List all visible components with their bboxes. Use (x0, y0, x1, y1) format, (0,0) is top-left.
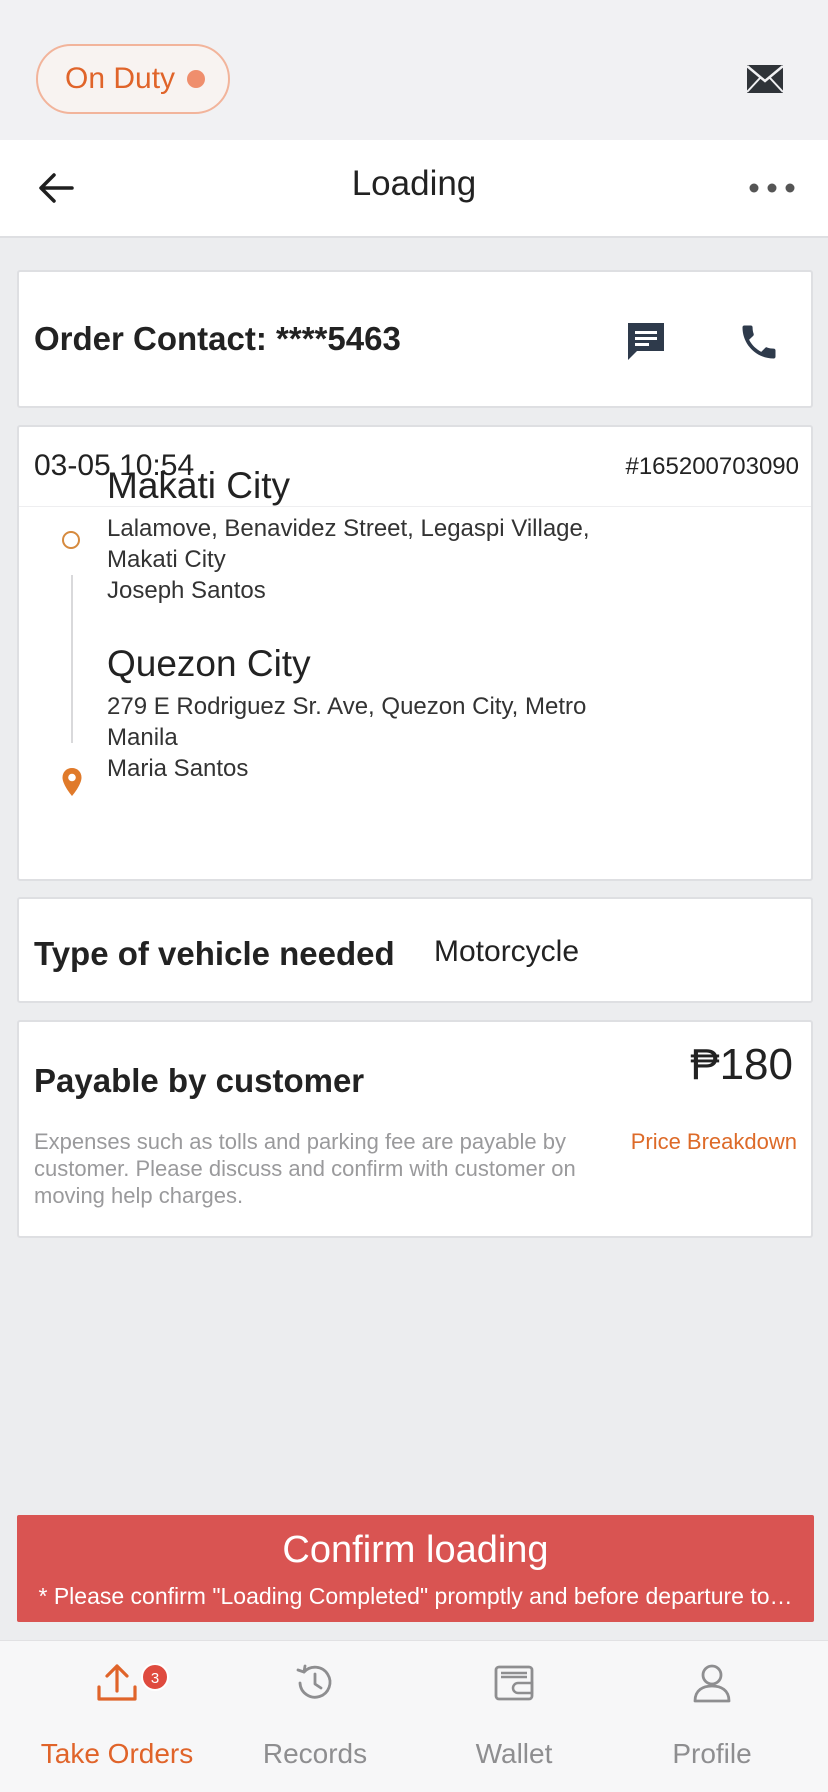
dropoff-contact-name: Maria Santos (107, 755, 249, 782)
payment-label: Payable by customer (34, 1062, 365, 1099)
tab-take-orders-label: Take Orders (40, 1738, 194, 1769)
pickup-city: Makati City (107, 465, 290, 506)
tab-wallet-label: Wallet (475, 1738, 553, 1769)
upload-icon (97, 1664, 137, 1701)
tab-records-label: Records (262, 1738, 368, 1769)
order-details-card: 03-05 10:54 #165200703090 Makati City La… (17, 425, 813, 881)
confirm-loading-subtitle: * Please confirm "Loading Completed" pro… (38, 1583, 793, 1609)
tab-profile-label: Profile (672, 1738, 752, 1769)
tab-profile[interactable]: Profile (612, 1641, 812, 1792)
orders-count-badge: 3 (141, 1663, 169, 1691)
tab-wallet[interactable]: Wallet (414, 1641, 614, 1792)
vehicle-type-value: Motorcycle (434, 935, 580, 968)
dropoff-city: Quezon City (107, 643, 311, 684)
payment-note: Expenses such as tolls and parking fee a… (34, 1129, 576, 1208)
dropoff-address-line2: Manila (107, 724, 178, 751)
order-id: #165200703090 (625, 453, 799, 480)
navbar: Loading (0, 140, 828, 238)
payment-card: Payable by customer ₱180 Expenses such a… (17, 1020, 813, 1238)
page-title: Loading (351, 164, 477, 203)
duty-status-dot (187, 70, 206, 88)
mail-icon[interactable] (746, 64, 784, 94)
confirm-loading-button[interactable]: Confirm loading * Please confirm "Loadin… (17, 1515, 814, 1622)
message-icon[interactable] (625, 320, 667, 362)
on-duty-toggle[interactable]: On Duty (36, 44, 230, 114)
history-icon (296, 1664, 332, 1699)
order-contact-text: Order Contact: ****5463 (34, 320, 401, 357)
pickup-address-line2: Makati City (107, 546, 226, 573)
pickup-marker-icon (62, 531, 80, 549)
wallet-icon (494, 1665, 534, 1701)
payment-amount: ₱180 (690, 1040, 793, 1089)
bottom-tab-bar: 3 Take Orders Records Wallet Profile (0, 1640, 828, 1792)
location-pin-icon (62, 768, 82, 796)
person-icon (693, 1664, 731, 1703)
route-line (71, 575, 73, 743)
price-breakdown-link[interactable]: Price Breakdown (631, 1128, 797, 1155)
pickup-address-line1: Lalamove, Benavidez Street, Legaspi Vill… (107, 515, 590, 542)
phone-icon[interactable] (737, 320, 781, 364)
tab-records[interactable]: Records (215, 1641, 415, 1792)
status-area: On Duty (0, 0, 828, 140)
order-contact-card: Order Contact: ****5463 (17, 270, 813, 408)
dropoff-address-line1: 279 E Rodriguez Sr. Ave, Quezon City, Me… (107, 693, 587, 720)
vehicle-type-label: Type of vehicle needed (34, 935, 395, 972)
pickup-contact-name: Joseph Santos (107, 577, 266, 604)
tab-take-orders[interactable]: 3 Take Orders (17, 1641, 217, 1792)
more-options-icon[interactable] (748, 182, 796, 194)
vehicle-type-card: Type of vehicle needed Motorcycle (17, 897, 813, 1003)
confirm-loading-title: Confirm loading (282, 1529, 549, 1571)
duty-status-label: On Duty (65, 62, 176, 95)
